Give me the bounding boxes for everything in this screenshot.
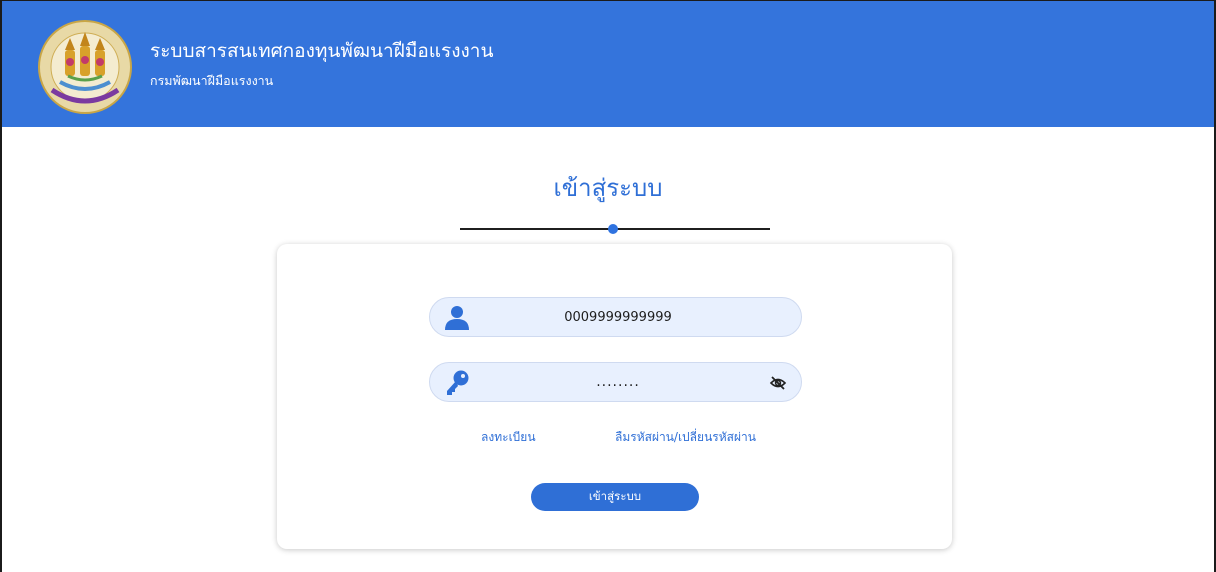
key-icon xyxy=(447,370,469,395)
department-subtitle: กรมพัฒนาฝีมือแรงงาน xyxy=(150,73,274,88)
eye-off-icon[interactable] xyxy=(769,374,787,392)
username-field[interactable] xyxy=(429,297,802,337)
divider-dot xyxy=(608,224,618,234)
forgot-password-link[interactable]: ลืมรหัสผ่าน/เปลี่ยนรหัสผ่าน xyxy=(615,429,756,445)
top-header: ระบบสารสนเทศกองทุนพัฒนาฝีมือแรงงาน กรมพั… xyxy=(2,1,1214,127)
login-title: เข้าสู่ระบบ xyxy=(553,174,663,202)
system-title: ระบบสารสนเทศกองทุนพัฒนาฝีมือแรงงาน xyxy=(150,40,494,62)
password-field[interactable] xyxy=(429,362,802,402)
login-card: ลงทะเบียน ลืมรหัสผ่าน/เปลี่ยนรหัสผ่าน เข… xyxy=(277,244,952,549)
department-seal-logo xyxy=(38,20,132,114)
page: ระบบสารสนเทศกองทุนพัฒนาฝีมือแรงงาน กรมพั… xyxy=(0,0,1216,572)
username-input[interactable] xyxy=(478,302,758,332)
password-input[interactable] xyxy=(478,367,758,397)
register-link[interactable]: ลงทะเบียน xyxy=(481,429,536,445)
user-icon xyxy=(445,306,469,330)
login-button[interactable]: เข้าสู่ระบบ xyxy=(531,483,699,511)
